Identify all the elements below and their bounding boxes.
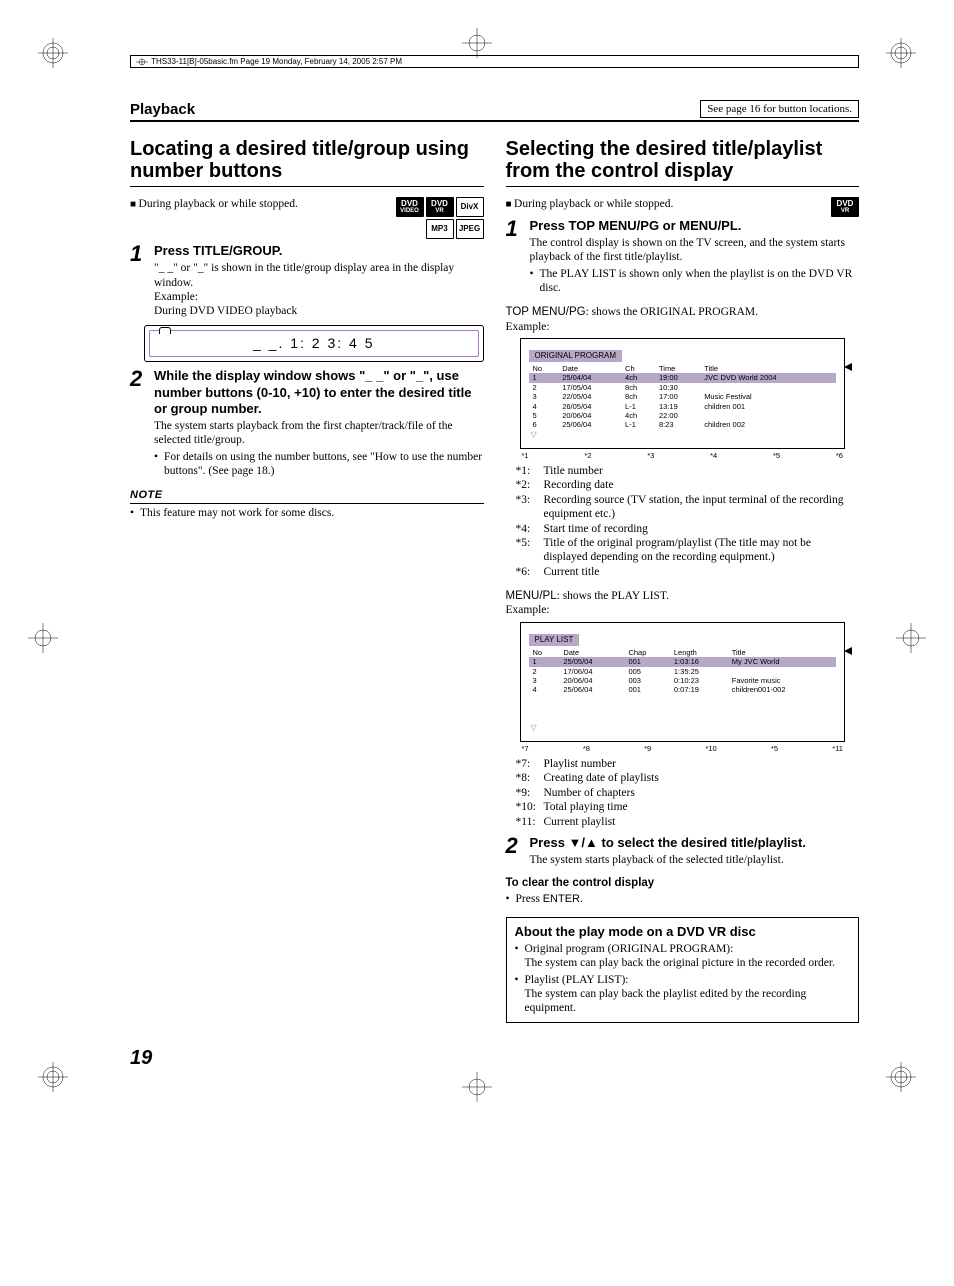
badge-dvd-video: DVDVIDEO (396, 197, 424, 217)
clear-post: . (580, 893, 583, 905)
left-step2-body1: The system starts playback from the firs… (154, 419, 484, 448)
scroll-down-icon: ▽ (531, 430, 837, 440)
menu-pl-label: MENU/PL (506, 590, 557, 602)
left-step1-body2: Example: (154, 290, 484, 304)
original-program-marks: *1*2*3*4*5*6 (522, 451, 844, 460)
crop-mark-tr (886, 38, 916, 68)
menu-pl-desc: : shows the PLAY LIST. (557, 590, 669, 602)
page-number: 19 (130, 1047, 859, 1070)
original-program-table: NoDateChTimeTitle125/04/044ch19:00JVC DV… (529, 364, 837, 430)
left-step1-title: Press TITLE/GROUP. (154, 243, 484, 259)
badge-dvd-vr: DVDVR (831, 197, 859, 217)
about-op-label: Original program (ORIGINAL PROGRAM): (525, 943, 734, 955)
display-window-text: _ _. 1: 2 3: 4 5 (149, 330, 479, 358)
badge-divx: DivX (456, 197, 484, 217)
display-window: _ _. 1: 2 3: 4 5 (144, 325, 484, 363)
crop-mark-bc (462, 1072, 492, 1102)
left-step2-title: While the display window shows "_ _" or … (154, 368, 484, 417)
file-header: THS33-11[B]-05basic.fm Page 19 Monday, F… (130, 55, 859, 68)
example-label: Example: (506, 320, 860, 334)
left-step1-body1: "_ _" or "_" is shown in the title/group… (154, 261, 484, 290)
about-pl-body: The system can play back the playlist ed… (525, 988, 807, 1014)
clear-item: Press ENTER. (516, 892, 859, 907)
format-badges-left: DVDVIDEO DVDVR DivX MP3 JPEG (390, 197, 484, 239)
scroll-down-icon: ▽ (531, 723, 837, 733)
playlist-marks: *7*8*9*10*5*11 (522, 744, 844, 753)
arrow-icons: ▼/▲ (569, 835, 598, 850)
playlist-title: PLAY LIST (529, 634, 580, 646)
badge-mp3: MP3 (426, 219, 454, 239)
see-page-note: See page 16 for button locations. (700, 100, 859, 118)
footnotes-2: *7:Playlist number*8:Creating date of pl… (516, 757, 850, 829)
top-menu-label: TOP MENU/PG (506, 306, 586, 318)
enter-button-label: ENTER (543, 893, 580, 905)
format-badges-right: DVDVR (831, 197, 859, 217)
top-menu-desc: : shows the ORIGINAL PROGRAM. (586, 306, 758, 318)
step-number: 1 (506, 218, 524, 296)
step-number: 2 (506, 835, 524, 868)
clear-title: To clear the control display (506, 876, 860, 890)
playlist-table: NoDateChapLengthTitle125/05/040011:03:16… (529, 648, 837, 695)
badge-dvd-vr: DVDVR (426, 197, 454, 217)
right-context: During playback or while stopped. (506, 197, 860, 212)
original-program-screen: ORIGINAL PROGRAM NoDateChTimeTitle125/04… (520, 338, 846, 449)
badge-jpeg: JPEG (456, 219, 484, 239)
about-pl-label: Playlist (PLAY LIST): (525, 974, 629, 986)
about-pl: Playlist (PLAY LIST): The system can pla… (525, 973, 850, 1016)
step-number: 1 (130, 243, 148, 319)
crop-mark-mr (896, 623, 926, 653)
right-step2-title: Press ▼/▲ to select the desired title/pl… (530, 835, 860, 851)
left-heading: Locating a desired title/group using num… (130, 138, 484, 187)
right-step1-body1: The control display is shown on the TV s… (530, 236, 860, 265)
left-step2-bullet: For details on using the number buttons,… (164, 450, 483, 479)
step2-post: to select the desired title/playlist. (598, 835, 806, 850)
about-title: About the play mode on a DVD VR disc (515, 924, 851, 940)
playlist-screen: PLAY LIST NoDateChapLengthTitle125/05/04… (520, 622, 846, 742)
section-label: Playback (130, 101, 195, 118)
crop-mark-tc (462, 28, 492, 58)
about-box: About the play mode on a DVD VR disc Ori… (506, 917, 860, 1023)
crop-mark-bl (38, 1062, 68, 1092)
right-step2-body: The system starts playback of the select… (530, 853, 860, 867)
example-label-2: Example: (506, 603, 860, 617)
note-label: NOTE (130, 489, 484, 505)
note-item: This feature may not work for some discs… (140, 506, 483, 520)
right-step1-bullet: The PLAY LIST is shown only when the pla… (540, 267, 859, 296)
about-op: Original program (ORIGINAL PROGRAM): The… (525, 942, 850, 971)
left-step1-body3: During DVD VIDEO playback (154, 304, 484, 318)
crop-mark-tl (38, 38, 68, 68)
clear-pre: Press (516, 893, 543, 905)
crop-mark-br (886, 1062, 916, 1092)
crop-mark-ml (28, 623, 58, 653)
right-step1-title: Press TOP MENU/PG or MENU/PL. (530, 218, 860, 234)
step-number: 2 (130, 368, 148, 478)
original-program-title: ORIGINAL PROGRAM (529, 350, 623, 362)
footnotes-1: *1:Title number*2:Recording date*3:Recor… (516, 464, 850, 579)
right-heading: Selecting the desired title/playlist fro… (506, 138, 860, 187)
about-op-body: The system can play back the original pi… (525, 957, 835, 969)
file-header-text: THS33-11[B]-05basic.fm Page 19 Monday, F… (151, 57, 402, 66)
step2-pre: Press (530, 835, 569, 850)
